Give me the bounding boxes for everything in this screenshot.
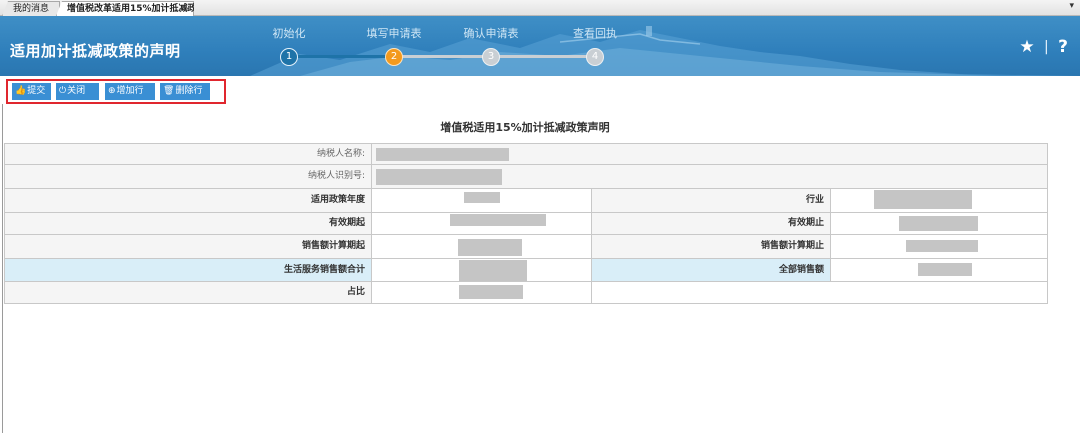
tab-my-messages[interactable]: 我的消息: [2, 1, 60, 16]
form-title: 增值税适用15%加计抵减政策声明: [440, 121, 610, 134]
table-row: 销售额计算期起 销售额计算期止: [4, 235, 1048, 259]
industry-field[interactable]: [830, 189, 1047, 212]
step-1-circle: 1: [280, 48, 298, 66]
taxpayer-id-field[interactable]: [371, 165, 1047, 188]
left-border: [2, 104, 3, 433]
redacted-value: [464, 192, 500, 203]
policy-year-label: 适用政策年度: [310, 195, 365, 205]
table-row-highlighted: 生活服务销售额合计 全部销售额: [4, 259, 1048, 282]
industry-label: 行业: [591, 189, 830, 212]
taxpayer-name-label: 纳税人名称:: [316, 149, 365, 159]
redacted-value: [376, 148, 509, 161]
step-label-fill: 填写申请表: [366, 27, 422, 40]
valid-to-field[interactable]: [830, 213, 1047, 234]
trash-icon: 🗑: [163, 86, 175, 96]
ratio-label: 占比: [346, 287, 365, 297]
step-connector: [491, 55, 595, 58]
submit-button[interactable]: 👍提交: [12, 83, 51, 100]
declaration-form-table: 纳税人名称: 纳税人识别号: 适用政策年度 行业 有效期起 有效期止 销售额计算…: [4, 143, 1048, 304]
valid-from-label: 有效期起: [328, 218, 365, 228]
table-row: 适用政策年度 行业: [4, 189, 1048, 213]
tab-label: 我的消息: [13, 4, 50, 14]
total-sales-field[interactable]: [830, 259, 1047, 281]
redacted-value: [899, 216, 978, 231]
toolbar-highlight-box: 👍提交 ⏻关闭 ⊕增加行 🗑删除行: [6, 79, 226, 104]
power-icon: ⏻: [59, 86, 67, 96]
sales-period-start-label: 销售额计算期起: [301, 241, 365, 251]
help-question-icon[interactable]: ?: [1058, 37, 1068, 57]
header-actions: ★ | ?: [1019, 37, 1068, 57]
tab-list-dropdown-icon[interactable]: ▾: [1069, 1, 1074, 11]
close-button[interactable]: ⏻关闭: [56, 83, 99, 100]
redacted-value: [458, 239, 522, 256]
step-connector-done: [289, 55, 394, 58]
close-button-label: 关闭: [67, 86, 86, 96]
step-4-circle: 4: [586, 48, 604, 66]
tab-vat-declaration[interactable]: 增值税改革适用15%加计抵减政策声明 ×: [56, 1, 194, 16]
star-favorite-icon[interactable]: ★: [1019, 37, 1034, 57]
valid-from-field[interactable]: [371, 213, 591, 234]
redacted-value: [450, 214, 546, 226]
tab-strip: 我的消息 增值税改革适用15%加计抵减政策声明 × ▾: [0, 0, 1080, 16]
submit-button-label: 提交: [27, 86, 46, 96]
step-3-circle: 3: [482, 48, 500, 66]
delete-row-button[interactable]: 🗑删除行: [160, 83, 210, 100]
life-service-sales-total-field[interactable]: [371, 259, 591, 281]
sales-period-start-field[interactable]: [371, 235, 591, 258]
header-separator: |: [1044, 39, 1049, 55]
table-row: 纳税人识别号:: [4, 165, 1048, 189]
step-connector: [394, 55, 491, 58]
plus-circle-icon: ⊕: [108, 86, 116, 96]
step-2-circle: 2: [385, 48, 403, 66]
sales-period-end-field[interactable]: [830, 235, 1047, 258]
redacted-value: [459, 260, 527, 281]
policy-year-field[interactable]: [371, 189, 591, 212]
redacted-value: [459, 285, 523, 299]
tab-label: 增值税改革适用15%加计抵减政策声明: [67, 4, 224, 14]
redacted-value: [918, 263, 972, 276]
step-label-receipt: 查看回执: [573, 27, 617, 40]
table-row: 纳税人名称:: [4, 143, 1048, 165]
step-label-confirm: 确认申请表: [463, 27, 519, 40]
step-label-init: 初始化: [272, 27, 306, 40]
header-banner: 适用加计抵减政策的声明 初始化 填写申请表 确认申请表 查看回执 1 2 3 4…: [0, 16, 1080, 76]
add-row-button[interactable]: ⊕增加行: [105, 83, 155, 100]
wizard-steps: 初始化 填写申请表 确认申请表 查看回执 1 2 3 4: [0, 16, 1080, 76]
tab-close-icon[interactable]: ×: [184, 2, 191, 16]
thumbs-up-icon: 👍: [15, 86, 27, 96]
empty-cell: [591, 282, 1047, 303]
delete-row-button-label: 删除行: [175, 86, 203, 96]
taxpayer-name-field[interactable]: [371, 144, 1047, 164]
redacted-value: [906, 240, 978, 252]
redacted-value: [376, 169, 502, 185]
valid-to-label: 有效期止: [591, 213, 830, 234]
taxpayer-id-label: 纳税人识别号:: [307, 171, 365, 181]
sales-period-end-label: 销售额计算期止: [591, 235, 830, 258]
total-sales-label: 全部销售额: [591, 259, 830, 281]
ratio-field[interactable]: [371, 282, 591, 303]
redacted-value: [874, 190, 972, 209]
table-row: 有效期起 有效期止: [4, 213, 1048, 235]
add-row-button-label: 增加行: [116, 86, 144, 96]
life-service-sales-total-label: 生活服务销售额合计: [283, 265, 365, 275]
table-row: 占比: [4, 282, 1048, 304]
